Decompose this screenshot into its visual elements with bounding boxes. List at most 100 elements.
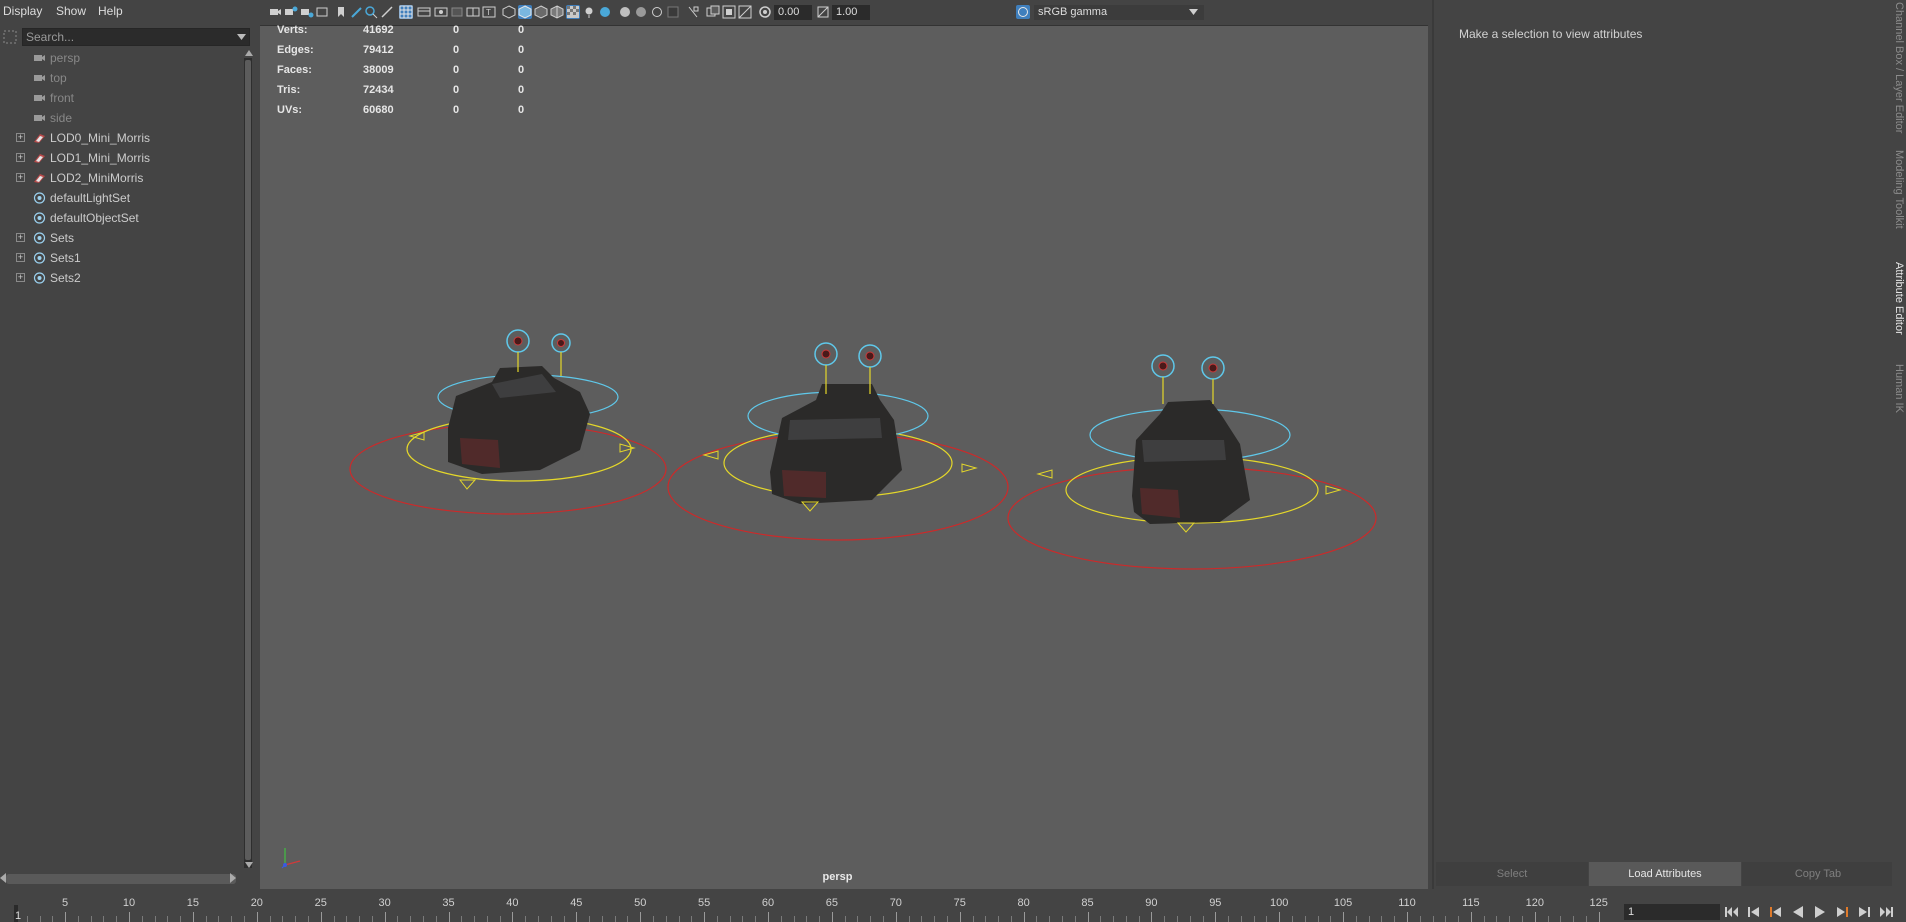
bookmark-icon[interactable] xyxy=(334,5,348,19)
outliner-item[interactable]: + Sets2 xyxy=(0,268,244,288)
outliner-item[interactable]: front xyxy=(0,88,244,108)
side-tab[interactable]: Modeling Toolkit xyxy=(1893,150,1905,229)
step-back-frame-icon[interactable] xyxy=(1768,905,1784,919)
camera-lock-icon[interactable] xyxy=(300,5,314,19)
anti-aliasing-icon[interactable] xyxy=(650,5,664,19)
field-chart-icon[interactable] xyxy=(466,5,480,19)
scrollbar-thumb[interactable] xyxy=(245,60,251,860)
outliner-search-box[interactable] xyxy=(22,28,250,46)
smooth-shade-icon[interactable] xyxy=(518,5,532,19)
go-to-start-icon[interactable] xyxy=(1724,905,1740,919)
outliner-item[interactable]: + Sets xyxy=(0,228,244,248)
shadows-icon[interactable] xyxy=(598,5,612,19)
select-filter-icon[interactable] xyxy=(3,30,17,44)
outliner-item[interactable]: persp xyxy=(0,48,244,68)
timeline-tick-label: 65 xyxy=(825,897,839,909)
copy-tab-button[interactable]: Copy Tab xyxy=(1742,862,1894,886)
hud-label: Edges: xyxy=(277,44,314,56)
timeline-tick xyxy=(972,916,974,922)
outliner-item[interactable]: defaultObjectSet xyxy=(0,208,244,228)
xray-active-icon[interactable] xyxy=(738,5,752,19)
car-rig-lod1[interactable] xyxy=(667,342,1009,541)
chevron-down-icon[interactable] xyxy=(237,34,246,40)
textured-icon[interactable] xyxy=(566,5,580,19)
color-space-dropdown[interactable]: sRGB gamma xyxy=(1034,5,1204,20)
timeline-tick xyxy=(844,916,846,922)
side-tab[interactable]: Attribute Editor xyxy=(1893,262,1905,335)
grid-icon[interactable] xyxy=(399,5,413,19)
car-rig-lod2[interactable] xyxy=(1007,354,1377,570)
side-tab[interactable]: Channel Box / Layer Editor xyxy=(1893,2,1905,133)
outliner-item[interactable]: + Sets1 xyxy=(0,248,244,268)
resolution-gate-icon[interactable] xyxy=(434,5,448,19)
select-camera-icon[interactable] xyxy=(268,5,282,19)
play-forwards-icon[interactable] xyxy=(1812,905,1828,919)
outliner-item[interactable]: + LOD1_Mini_Morris xyxy=(0,148,244,168)
safe-action-icon[interactable]: T xyxy=(482,5,496,19)
isolate-select-icon[interactable] xyxy=(686,5,700,19)
panel-divider[interactable] xyxy=(1432,0,1434,889)
timeline-tick-label: 100 xyxy=(1270,897,1289,909)
view-transform-icon[interactable] xyxy=(1016,5,1030,19)
wireframe-icon[interactable] xyxy=(502,5,516,19)
wireframe-on-shaded-icon[interactable] xyxy=(550,5,564,19)
pen-icon[interactable] xyxy=(380,5,394,19)
exposure-field[interactable]: 0.00 xyxy=(774,5,812,20)
scroll-right-arrow-icon[interactable] xyxy=(230,873,236,883)
menu-display[interactable]: Display xyxy=(3,4,42,18)
viewport-scene[interactable] xyxy=(260,0,1428,889)
xray-icon[interactable] xyxy=(706,5,720,19)
film-gate-icon[interactable] xyxy=(417,5,431,19)
go-to-end-icon[interactable] xyxy=(1878,905,1894,919)
outliner-item[interactable]: defaultLightSet xyxy=(0,188,244,208)
chevron-down-icon[interactable] xyxy=(1189,9,1198,15)
gate-mask-icon[interactable] xyxy=(450,5,464,19)
grease-pencil-icon[interactable] xyxy=(350,5,364,19)
gamma-field[interactable]: 1.00 xyxy=(832,5,870,20)
expand-icon[interactable]: + xyxy=(16,253,25,262)
hud-value: 79412 xyxy=(363,44,394,56)
expand-icon[interactable]: + xyxy=(16,273,25,282)
viewport-panel[interactable] xyxy=(260,0,1428,889)
play-backwards-icon[interactable] xyxy=(1790,905,1806,919)
expand-icon[interactable]: + xyxy=(16,233,25,242)
xray-joints-icon[interactable] xyxy=(722,5,736,19)
outliner-item[interactable]: + LOD0_Mini_Morris xyxy=(0,128,244,148)
timeline-tick xyxy=(793,916,795,922)
scroll-up-arrow-icon[interactable] xyxy=(245,50,253,56)
camera-icon xyxy=(34,75,45,81)
menu-help[interactable]: Help xyxy=(98,4,123,18)
ambient-occlusion-icon[interactable] xyxy=(618,5,632,19)
expand-icon[interactable]: + xyxy=(16,173,25,182)
default-material-icon[interactable] xyxy=(534,5,548,19)
outliner-item[interactable]: side xyxy=(0,108,244,128)
step-back-key-icon[interactable] xyxy=(1746,905,1762,919)
expand-icon[interactable]: + xyxy=(16,153,25,162)
timeline-tick xyxy=(371,916,373,922)
camera-attributes-icon[interactable] xyxy=(284,5,298,19)
outliner-menubar: Display Show Help xyxy=(0,0,254,22)
load-attributes-button[interactable]: Load Attributes xyxy=(1589,862,1741,886)
motion-blur-icon[interactable] xyxy=(634,5,648,19)
outliner-item[interactable]: + LOD2_MiniMorris xyxy=(0,168,244,188)
use-all-lights-icon[interactable] xyxy=(582,5,596,19)
exposure-icon[interactable] xyxy=(758,5,772,19)
side-tab[interactable]: Human IK xyxy=(1893,364,1905,413)
2d-pan-zoom-icon[interactable] xyxy=(364,5,378,19)
current-frame-field[interactable]: 1 xyxy=(1624,904,1720,920)
outliner-horizontal-scrollbar[interactable] xyxy=(6,874,236,884)
time-slider-track[interactable]: 5 10 15 20 25 30 35 40 45 50 55 60 65 70 75 80 85 90 95 100… xyxy=(14,897,1615,922)
scroll-down-arrow-icon[interactable] xyxy=(245,862,253,868)
step-forward-frame-icon[interactable] xyxy=(1834,905,1850,919)
car-rig-lod0[interactable] xyxy=(349,329,667,515)
image-plane-icon[interactable] xyxy=(316,5,330,19)
gamma-icon[interactable] xyxy=(816,5,830,19)
depth-of-field-icon[interactable] xyxy=(666,5,680,19)
menu-show[interactable]: Show xyxy=(56,4,86,18)
outliner-vertical-scrollbar[interactable] xyxy=(244,58,252,868)
expand-icon[interactable]: + xyxy=(16,133,25,142)
search-input[interactable] xyxy=(26,30,226,44)
outliner-item[interactable]: top xyxy=(0,68,244,88)
step-forward-key-icon[interactable] xyxy=(1856,905,1872,919)
select-button[interactable]: Select xyxy=(1436,862,1588,886)
